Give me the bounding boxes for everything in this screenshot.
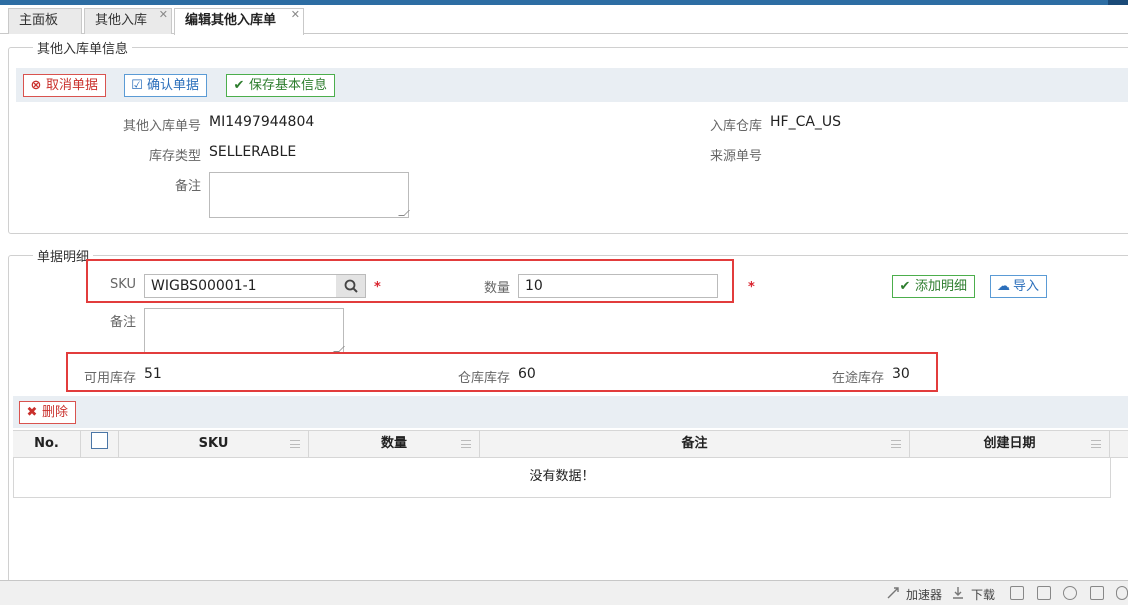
- add-detail-button[interactable]: ✔ 添加明细: [892, 275, 976, 298]
- tab-bar: 主面板 其他入库 ✕ 编辑其他入库单 ✕: [0, 5, 1128, 35]
- trash-icon[interactable]: [1037, 586, 1051, 600]
- accelerator-icon: [886, 586, 900, 600]
- tab-label: 编辑其他入库单: [185, 13, 277, 28]
- order-no-label: 其他入库单号: [122, 119, 201, 134]
- button-label: 导入: [1013, 279, 1040, 294]
- order-no-value: MI1497944804: [209, 114, 315, 130]
- browser-status-bar: 加速器 下载: [0, 580, 1128, 605]
- order-remark-field[interactable]: [209, 172, 410, 218]
- settings-icon[interactable]: [1116, 586, 1128, 600]
- column-menu-icon[interactable]: [1091, 440, 1101, 448]
- button-label: 确认单据: [147, 78, 200, 93]
- warehouse-label: 入库仓库: [709, 119, 762, 134]
- delete-button[interactable]: ✖ 删除: [19, 401, 77, 424]
- column-label: No.: [34, 436, 59, 451]
- save-basic-info-button[interactable]: ✔ 保存基本信息: [226, 74, 336, 97]
- column-header-no[interactable]: No.: [13, 431, 81, 457]
- close-icon[interactable]: ✕: [291, 3, 300, 27]
- download-icon: [951, 586, 965, 600]
- order-remark-label: 备注: [174, 179, 201, 194]
- warehouse-stock-label: 仓库库存: [457, 371, 510, 386]
- column-menu-icon[interactable]: [461, 440, 471, 448]
- column-header-remark[interactable]: 备注: [480, 431, 910, 457]
- window-icon[interactable]: [1090, 586, 1104, 600]
- transit-stock-value: 30: [892, 366, 910, 382]
- check-square-icon: ☑: [131, 78, 143, 93]
- import-button[interactable]: ☁ 导入: [990, 275, 1048, 298]
- section-title: 其他入库单信息: [37, 42, 129, 57]
- required-mark: *: [374, 280, 381, 295]
- select-all-checkbox[interactable]: [91, 432, 108, 449]
- detail-remark-label: 备注: [109, 315, 136, 330]
- source-no-label: 来源单号: [709, 149, 762, 164]
- tab-edit-other-inbound[interactable]: 编辑其他入库单 ✕: [174, 8, 304, 35]
- button-label: 取消单据: [46, 78, 99, 93]
- download-button[interactable]: 下载: [971, 586, 995, 603]
- tab-dashboard[interactable]: 主面板: [8, 8, 82, 34]
- tab-label: 主面板: [19, 13, 59, 28]
- column-header-sku[interactable]: SKU: [119, 431, 309, 457]
- column-label: 创建日期: [983, 436, 1036, 451]
- detail-remark-field[interactable]: [144, 308, 345, 354]
- sku-label: SKU: [110, 277, 136, 292]
- sku-search-button[interactable]: [336, 274, 366, 298]
- warehouse-stock-value: 60: [518, 366, 536, 382]
- close-icon[interactable]: ✕: [159, 3, 168, 27]
- sku-input[interactable]: WIGBS00001-1: [144, 274, 337, 298]
- column-menu-icon[interactable]: [290, 440, 300, 448]
- qty-label: 数量: [483, 281, 510, 296]
- tab-other-inbound[interactable]: 其他入库 ✕: [84, 8, 172, 34]
- volume-icon[interactable]: [1063, 586, 1077, 600]
- transit-stock-label: 在途库存: [831, 371, 884, 386]
- column-header-qty[interactable]: 数量: [309, 431, 480, 457]
- check-icon: ✔: [233, 78, 245, 93]
- cancel-order-button[interactable]: ⊗ 取消单据: [23, 74, 107, 97]
- column-header-created-date[interactable]: 创建日期: [910, 431, 1110, 457]
- button-label: 添加明细: [915, 279, 968, 294]
- required-mark: *: [748, 280, 755, 295]
- column-label: 备注: [681, 436, 708, 451]
- zoom-icon[interactable]: [1010, 586, 1024, 600]
- empty-table-message: 没有数据！: [13, 458, 1111, 498]
- available-stock-value: 51: [144, 366, 162, 382]
- column-menu-icon[interactable]: [891, 440, 901, 448]
- detail-toolbar: [13, 396, 1128, 428]
- stock-type-label: 库存类型: [148, 149, 201, 164]
- resize-handle[interactable]: [398, 210, 410, 216]
- detail-table-header: No. SKU 数量 备注 创建日期: [13, 430, 1128, 458]
- button-label: 保存基本信息: [249, 78, 328, 93]
- stock-type-value: SELLERABLE: [209, 144, 297, 160]
- qty-input[interactable]: 10: [518, 274, 718, 298]
- cloud-upload-icon: ☁: [997, 279, 1010, 294]
- available-stock-label: 可用库存: [83, 371, 136, 386]
- column-label: 数量: [380, 436, 407, 451]
- section-title: 单据明细: [37, 250, 90, 265]
- search-icon: [344, 279, 358, 293]
- check-icon: ✔: [899, 279, 911, 294]
- confirm-order-button[interactable]: ☑ 确认单据: [124, 74, 208, 97]
- close-icon: ✖: [26, 405, 38, 420]
- warehouse-value: HF_CA_US: [770, 114, 842, 130]
- tab-label: 其他入库: [95, 13, 148, 28]
- accelerator-button[interactable]: 加速器: [906, 586, 942, 603]
- column-label: SKU: [198, 436, 229, 451]
- button-label: 删除: [42, 405, 69, 420]
- cancel-icon: ⊗: [30, 78, 42, 93]
